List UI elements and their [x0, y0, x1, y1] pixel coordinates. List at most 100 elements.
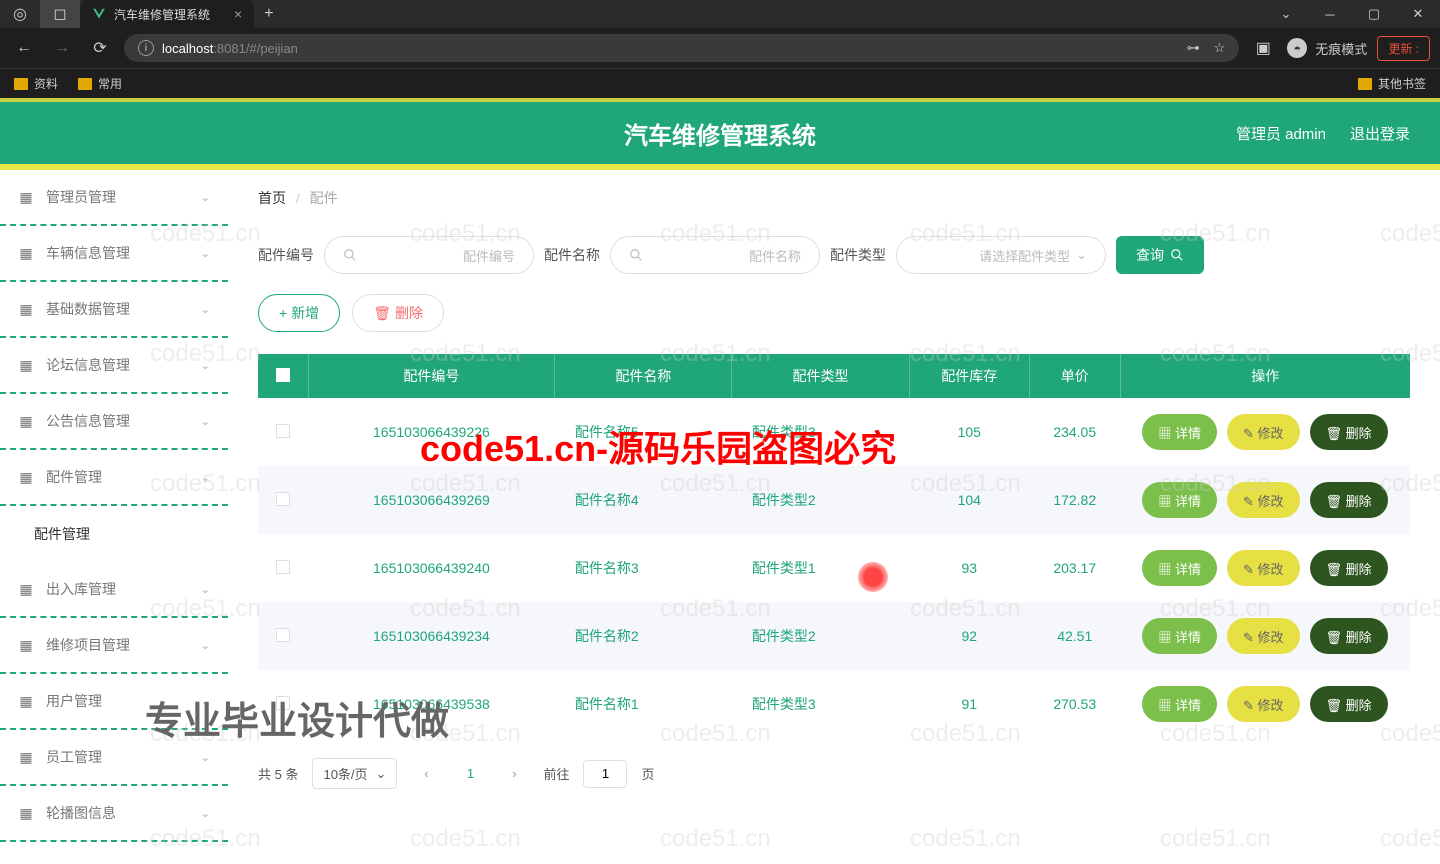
row-checkbox[interactable] — [276, 628, 290, 642]
bookmark-folder-2[interactable]: 常用 — [78, 75, 122, 92]
delete-button[interactable]: 🗑 删除 — [1310, 414, 1388, 450]
close-window-button[interactable]: ✕ — [1396, 0, 1440, 28]
update-button[interactable]: 更新 : — [1377, 36, 1430, 61]
delete-button[interactable]: 🗑 删除 — [1310, 618, 1388, 654]
type-label: 配件类型 — [830, 245, 886, 265]
search-icon — [1170, 248, 1184, 262]
system-tab-1[interactable]: ◎ — [0, 0, 40, 28]
sidebar-item-label: 基础数据管理 — [46, 299, 130, 319]
sidebar-item-label: 轮播图信息 — [46, 803, 116, 823]
site-info-icon[interactable]: i — [138, 40, 154, 56]
reload-button[interactable]: ⟳ — [86, 34, 114, 62]
batch-delete-button[interactable]: 🗑 删除 — [352, 294, 444, 332]
page-size-select[interactable]: 10条/页⌄ — [312, 758, 397, 789]
cell-code: 165103066439538 — [308, 670, 555, 738]
current-user[interactable]: 管理员 admin — [1236, 123, 1326, 144]
chevron-down-icon[interactable]: ⌄ — [1264, 0, 1308, 28]
chevron-down-icon: ⌄ — [201, 415, 210, 428]
row-checkbox[interactable] — [276, 492, 290, 506]
maximize-button[interactable]: ▢ — [1352, 0, 1396, 28]
detail-button[interactable]: ▦ 详情 — [1142, 550, 1217, 586]
edit-button[interactable]: ✎ 修改 — [1227, 414, 1300, 450]
detail-button[interactable]: ▦ 详情 — [1142, 686, 1217, 722]
delete-button[interactable]: 🗑 删除 — [1310, 482, 1388, 518]
incognito-indicator: ◓ 无痕模式 — [1287, 38, 1367, 58]
chevron-down-icon: ⌄ — [201, 807, 210, 820]
chevron-down-icon: ⌄ — [1076, 247, 1087, 263]
cell-price: 203.17 — [1029, 534, 1120, 602]
page-unit: 页 — [641, 764, 654, 783]
detail-button[interactable]: ▦ 详情 — [1142, 414, 1217, 450]
row-checkbox[interactable] — [276, 696, 290, 710]
query-button[interactable]: 查询 — [1116, 236, 1204, 274]
menu-icon: ▦ — [18, 301, 34, 317]
table-row: 165103066439234配件名称2配件类型29242.51▦ 详情✎ 修改… — [258, 602, 1410, 670]
sidebar-item-6[interactable]: 配件管理 — [0, 506, 228, 562]
app-title: 汽车维修管理系统 — [624, 116, 816, 151]
breadcrumb-home[interactable]: 首页 — [258, 190, 286, 206]
cell-type: 配件类型3 — [732, 670, 909, 738]
minimize-button[interactable]: ─ — [1308, 0, 1352, 28]
name-input[interactable]: 配件名称 — [610, 236, 820, 274]
code-input[interactable]: 配件编号 — [324, 236, 534, 274]
next-page-button[interactable]: › — [499, 759, 529, 789]
bookmark-folder-1[interactable]: 资料 — [14, 75, 58, 92]
sidebar-item-9[interactable]: ▦用户管理⌄ — [0, 674, 228, 730]
sidebar-item-10[interactable]: ▦员工管理⌄ — [0, 730, 228, 786]
detail-button[interactable]: ▦ 详情 — [1142, 482, 1217, 518]
delete-button[interactable]: 🗑 删除 — [1310, 686, 1388, 722]
new-tab-button[interactable]: + — [254, 5, 283, 23]
sidebar-item-3[interactable]: ▦论坛信息管理⌄ — [0, 338, 228, 394]
select-all-checkbox[interactable] — [276, 368, 290, 382]
cell-price: 172.82 — [1029, 466, 1120, 534]
sidebar-item-1[interactable]: ▦车辆信息管理⌄ — [0, 226, 228, 282]
type-select[interactable]: 请选择配件类型 ⌄ — [896, 236, 1106, 274]
sidebar-item-label: 用户管理 — [46, 691, 102, 711]
sidebar-item-label: 论坛信息管理 — [46, 355, 130, 375]
system-tab-2[interactable]: ◻ — [40, 0, 80, 28]
row-checkbox[interactable] — [276, 560, 290, 574]
sidebar-item-2[interactable]: ▦ 基础数据管理 ⌄ — [0, 282, 228, 338]
breadcrumb: 首页 / 配件 — [258, 188, 1410, 208]
back-button[interactable]: ← — [10, 34, 38, 62]
page-1-button[interactable]: 1 — [455, 759, 485, 789]
add-button[interactable]: + 新增 — [258, 294, 340, 332]
chevron-down-icon: ⌄ — [201, 303, 210, 316]
row-checkbox[interactable] — [276, 424, 290, 438]
sidebar-item-4[interactable]: ▦公告信息管理⌄ — [0, 394, 228, 450]
sidebar-item-0[interactable]: ▦管理员管理⌄ — [0, 170, 228, 226]
tab-title: 汽车维修管理系统 — [114, 6, 210, 23]
main-content: 首页 / 配件 配件编号 配件编号 配件名称 配件名称 配件类型 请选择配件类型… — [228, 170, 1440, 864]
cell-name: 配件名称3 — [555, 534, 732, 602]
pagination: 共 5 条 10条/页⌄ ‹ 1 › 前往 页 — [258, 758, 1410, 789]
url-input[interactable]: i localhost:8081/#/peijian ⊶ ☆ — [124, 34, 1239, 62]
incognito-icon: ◓ — [1287, 38, 1307, 58]
detail-button[interactable]: ▦ 详情 — [1142, 618, 1217, 654]
browser-tab-active[interactable]: 汽车维修管理系统 × — [80, 0, 254, 28]
table-header: 配件名称 — [555, 354, 732, 398]
edit-button[interactable]: ✎ 修改 — [1227, 482, 1300, 518]
cell-code: 165103066439269 — [308, 466, 555, 534]
edit-button[interactable]: ✎ 修改 — [1227, 618, 1300, 654]
prev-page-button[interactable]: ‹ — [411, 759, 441, 789]
star-icon[interactable]: ☆ — [1214, 40, 1226, 56]
extension-icon[interactable]: ▣ — [1249, 34, 1277, 62]
sidebar-item-label: 管理员管理 — [46, 187, 116, 207]
cell-name: 配件名称1 — [555, 670, 732, 738]
edit-button[interactable]: ✎ 修改 — [1227, 550, 1300, 586]
delete-button[interactable]: 🗑 删除 — [1310, 550, 1388, 586]
goto-page-input[interactable] — [583, 760, 627, 788]
sidebar-item-11[interactable]: ▦轮播图信息⌄ — [0, 786, 228, 842]
logout-link[interactable]: 退出登录 — [1350, 123, 1410, 144]
key-icon[interactable]: ⊶ — [1187, 40, 1200, 56]
sidebar-item-8[interactable]: ▦维修项目管理⌄ — [0, 618, 228, 674]
forward-button[interactable]: → — [48, 34, 76, 62]
close-icon[interactable]: × — [234, 6, 242, 22]
code-label: 配件编号 — [258, 245, 314, 265]
sidebar-item-7[interactable]: ▦出入库管理⌄ — [0, 562, 228, 618]
sidebar-item-5[interactable]: ▦配件管理⌄ — [0, 450, 228, 506]
search-icon — [629, 248, 643, 262]
cell-type: 配件类型1 — [732, 534, 909, 602]
edit-button[interactable]: ✎ 修改 — [1227, 686, 1300, 722]
other-bookmarks[interactable]: 其他书签 — [1358, 75, 1426, 92]
